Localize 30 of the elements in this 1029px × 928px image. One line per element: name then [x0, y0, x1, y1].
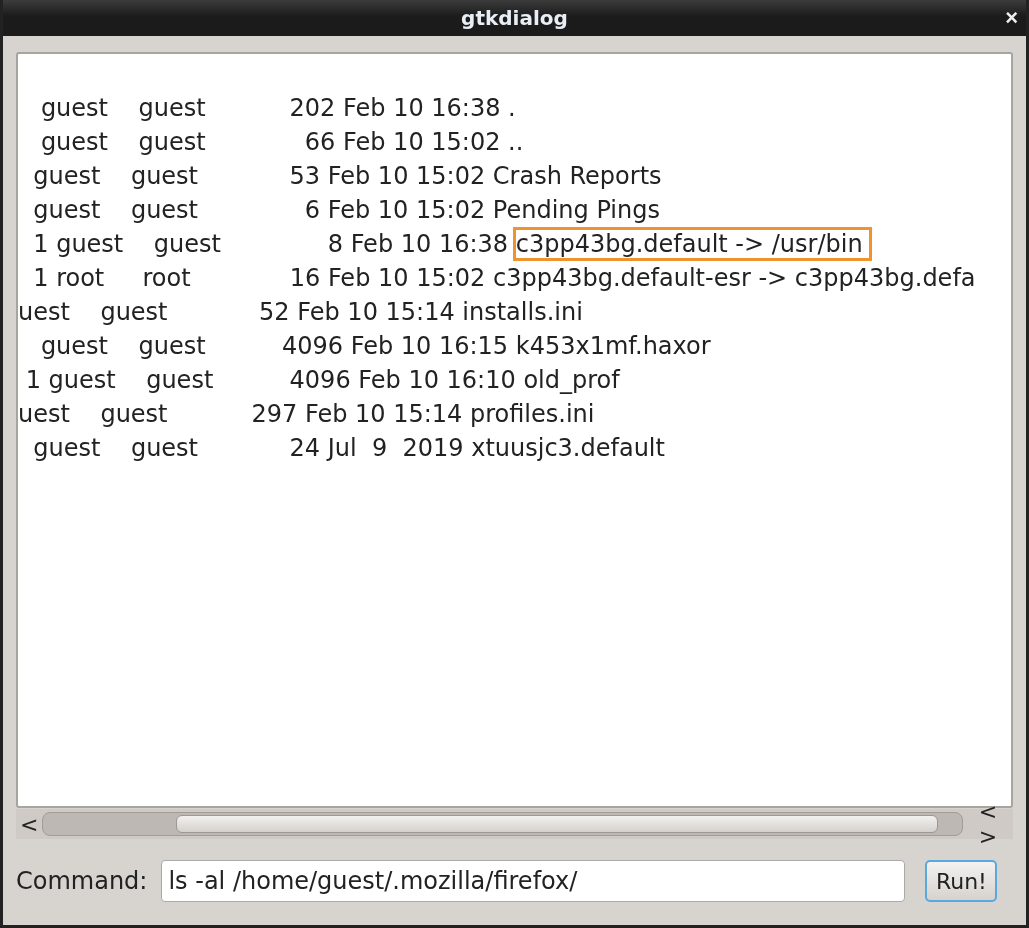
file-name: profiles.ini — [468, 399, 596, 430]
scroll-arrows-button[interactable]: < > — [963, 799, 1013, 849]
file-name: Pending Pings — [491, 195, 661, 226]
listing-text: guest guest 202 Feb 10 16:38 — [39, 94, 502, 122]
file-name: xtuusjc3.default — [470, 433, 666, 464]
file-name: k453x1mf.haxor — [514, 331, 712, 362]
listing-text: 1 guest guest 8 Feb 10 16:38 — [32, 230, 510, 258]
listing-text: uest guest 297 Feb 10 15:14 — [18, 400, 464, 428]
file-name: . — [507, 93, 517, 124]
file-name: Crash Reports — [491, 161, 663, 192]
file-name: .. — [507, 127, 525, 158]
file-name: installs.ini — [461, 297, 584, 328]
listing-text: guest guest 6 Feb 10 15:02 — [32, 196, 487, 224]
listing-text: guest guest 53 Feb 10 15:02 — [32, 162, 487, 190]
command-field[interactable]: ls -al /home/guest/.mozilla/firefox/ — [161, 860, 906, 902]
listing-text: 1 guest guest 4096 Feb 10 16:10 — [24, 366, 517, 394]
window-title: gtkdialog — [461, 6, 568, 30]
listing-text: 1 root root 16 Feb 10 15:02 — [32, 264, 487, 292]
scrollbar-thumb[interactable] — [176, 815, 938, 833]
file-name: c3pp43bg.default-esr -> c3pp43bg.defa — [491, 263, 977, 294]
run-button[interactable]: Run! — [925, 860, 998, 902]
command-label: Command: — [16, 867, 148, 895]
listing-text: guest guest 66 Feb 10 15:02 — [39, 128, 502, 156]
listing-text: guest guest 24 Jul 9 2019 — [32, 434, 465, 462]
scroll-left-button[interactable]: < — [16, 811, 43, 837]
file-name: old_prof — [522, 365, 622, 396]
close-button[interactable]: × — [1005, 8, 1018, 28]
listing-text: guest guest 4096 Feb 10 16:15 — [39, 332, 510, 360]
highlighted-file-name: c3pp43bg.default -> /usr/bin — [512, 227, 872, 261]
listing-text: uest guest 52 Feb 10 15:14 — [18, 298, 456, 326]
